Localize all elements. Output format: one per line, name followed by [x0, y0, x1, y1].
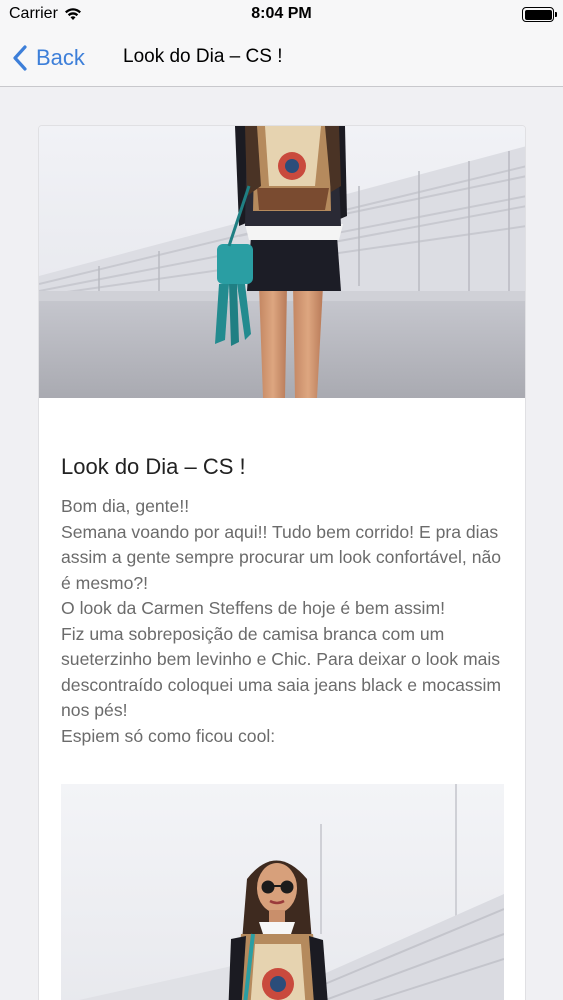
post-hero-image[interactable]	[39, 126, 526, 398]
back-label: Back	[36, 45, 85, 70]
post-body: Bom dia, gente!! Semana voando por aqui!…	[61, 494, 511, 749]
post-paragraph: Fiz uma sobreposição de camisa branca co…	[61, 623, 502, 721]
post-photo[interactable]	[61, 784, 504, 1000]
post-paragraph: Espiem só como ficou cool:	[61, 725, 276, 746]
post-paragraph: Bom dia, gente!!	[61, 496, 190, 516]
battery-icon	[522, 7, 557, 22]
status-right	[522, 7, 557, 22]
status-bar: Carrier 8:04 PM	[0, 0, 563, 30]
post-card: Look do Dia – CS ! Bom dia, gente!! Sema…	[38, 125, 526, 1000]
post-paragraph: Semana voando por aqui!! Tudo bem corrid…	[61, 521, 502, 593]
article-scroll-view[interactable]: Look do Dia – CS ! Bom dia, gente!! Sema…	[0, 88, 563, 1000]
post-paragraph: O look da Carmen Steffens de hoje é bem …	[61, 598, 446, 618]
navigation-bar: Back Look do Dia – CS !	[0, 30, 563, 87]
chevron-left-icon	[13, 45, 27, 71]
post-title: Look do Dia – CS !	[61, 454, 246, 479]
status-time: 8:04 PM	[251, 5, 312, 22]
back-button[interactable]: Back	[12, 38, 85, 78]
nav-title: Look do Dia – CS !	[123, 46, 283, 67]
